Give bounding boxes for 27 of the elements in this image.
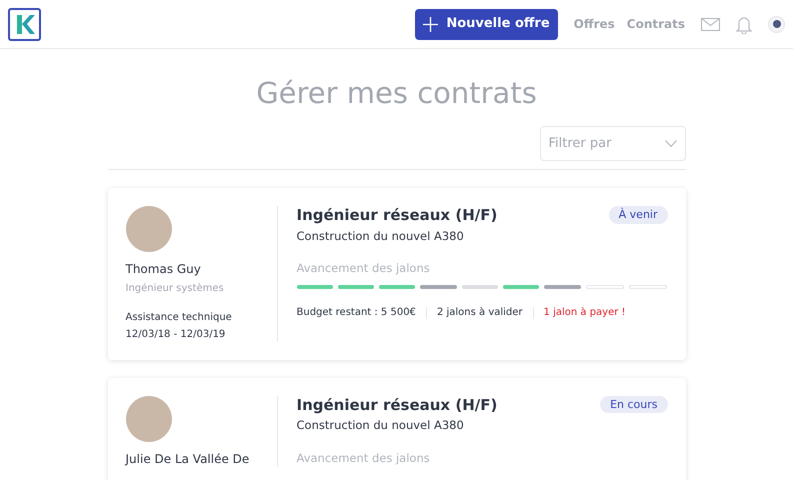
contract-stat: 1 jalon à payer ! [532, 306, 636, 319]
status-badge: À venir [608, 206, 668, 224]
photo-placeholder [126, 206, 172, 252]
progress-label: Avancement des jalons [296, 261, 431, 276]
contract-stat: 2 jalons à valider [426, 306, 533, 319]
contract-stat: Budget restant : 5 500€ [296, 306, 417, 319]
person-name: Thomas Guy [126, 262, 202, 277]
page-title: Gérer mes contrats [255, 79, 538, 108]
plus-icon [423, 16, 438, 32]
avatar-icon[interactable] [768, 16, 785, 32]
filter-dropdown[interactable]: Filtrer par [540, 126, 686, 161]
new-offer-button[interactable]: Nouvelle offre [415, 8, 558, 40]
chevron-down-icon [664, 140, 676, 147]
project-name: Construction du nouvel A380 [296, 228, 465, 244]
logo-icon[interactable] [8, 8, 41, 40]
person-name: Julie De La Vallée De [126, 452, 250, 466]
nav-link[interactable]: Contrats [626, 15, 685, 33]
job-title: Ingénieur réseaux (H/F) [296, 396, 498, 414]
project-name: Construction du nouvel A380 [296, 418, 465, 433]
status-badge: En cours [600, 396, 668, 414]
photo-placeholder [126, 396, 172, 442]
nav-link[interactable]: Offres [574, 15, 615, 33]
mission-type: Assistance technique [126, 312, 233, 324]
contract-dates: 12/03/18 - 12/03/19 [126, 329, 226, 342]
job-title: Ingénieur réseaux (H/F) [296, 206, 498, 225]
progress-label: Avancement des jalons [296, 450, 431, 465]
person-role: Ingénieur systèmes [126, 283, 225, 296]
